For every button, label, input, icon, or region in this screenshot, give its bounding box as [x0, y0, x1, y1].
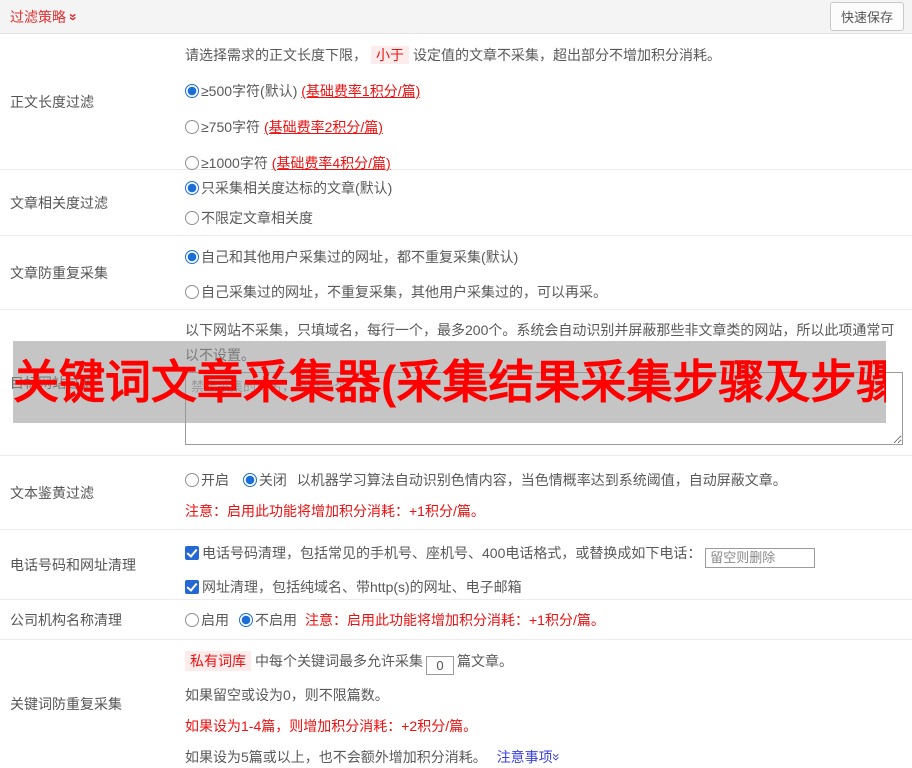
- length-filter-desc: 请选择需求的正文长度下限， 小于 设定值的文章不采集，超出部分不增加积分消耗。: [185, 46, 721, 64]
- checkbox-label: 电话号码清理，包括常见的手机号、座机号、400电话格式，或替换成如下电话：: [202, 545, 702, 561]
- keyword-note-zero: 如果留空或设为0，则不限篇数。: [185, 687, 389, 703]
- page-title[interactable]: 过滤策略 »: [10, 7, 82, 27]
- row-porn-filter: 文本鉴黄过滤 开启 关闭 以机器学习算法自动识别色情内容，当色情概率达到系统阈值…: [0, 456, 912, 530]
- radio-icon[interactable]: [242, 473, 257, 487]
- row-content: 启用 不启用 注意：启用此功能将增加积分消耗：+1积分/篇。: [185, 600, 912, 639]
- row-length-filter: 正文长度过滤 请选择需求的正文长度下限， 小于 设定值的文章不采集，超出部分不增加积…: [0, 34, 912, 171]
- option-cost-note: (基础费率4积分/篇): [271, 155, 391, 171]
- radio-icon[interactable]: [185, 211, 199, 225]
- radio-label[interactable]: 自己采集过的网址，不重复采集，其他用户采集过的，可以再采。: [201, 284, 607, 300]
- company-clean-disable-option[interactable]: 不启用: [239, 610, 297, 630]
- page-title-text: 过滤策略: [10, 8, 66, 25]
- row-label: 目标网站过滤: [10, 374, 94, 391]
- phone-clean-option[interactable]: 电话号码清理，包括常见的手机号、座机号、400电话格式，或替换成如下电话：: [185, 542, 896, 568]
- length-option-750[interactable]: ≥750字符 (基础费率2积分/篇): [185, 116, 896, 138]
- row-label: 正文长度过滤: [10, 93, 94, 110]
- row-content: 请选择需求的正文长度下限， 小于 设定值的文章不采集，超出部分不增加积分消耗。 ≥5…: [185, 34, 912, 171]
- keyword-limit-line: 私有词库中每个关键词最多允许采集篇文章。: [185, 650, 896, 675]
- row-phone-url-clean: 电话号码和网址清理 电话号码清理，包括常见的手机号、座机号、400电话格式，或替…: [0, 530, 912, 600]
- radio-label[interactable]: ≥1000字符: [201, 155, 268, 171]
- dedup-option-self[interactable]: 自己采集过的网址，不重复采集，其他用户采集过的，可以再采。: [185, 281, 896, 303]
- row-label: 文章相关度过滤: [10, 194, 108, 211]
- checkbox-checked-icon[interactable]: [185, 546, 199, 560]
- radio-label[interactable]: ≥750字符: [201, 119, 260, 135]
- row-content: 自己和其他用户采集过的网址，都不重复采集(默认) 自己采集过的网址，不重复采集，…: [185, 236, 912, 309]
- porn-filter-warning: 注意：启用此功能将增加积分消耗：+1积分/篇。: [185, 503, 485, 519]
- radio-label[interactable]: ≥500字符(默认): [201, 83, 297, 99]
- radio-icon[interactable]: [239, 612, 253, 627]
- row-label: 文本鉴黄过滤: [10, 484, 94, 501]
- replacement-phone-input[interactable]: [705, 547, 816, 568]
- row-company-clean: 公司机构名称清理 启用 不启用 注意：启用此功能将增加积分消耗：+1积分/篇。: [0, 600, 912, 640]
- row-label: 关键词防重复采集: [10, 696, 122, 712]
- row-relevance-filter: 文章相关度过滤 只采集相关度达标的文章(默认) 不限定文章相关度: [0, 170, 912, 236]
- radio-icon[interactable]: [185, 612, 199, 627]
- porn-filter-options: 开启 关闭 以机器学习算法自动识别色情内容，当色情概率达到系统阈值，自动屏蔽文章…: [185, 469, 896, 491]
- radio-label[interactable]: 只采集相关度达标的文章(默认): [201, 180, 392, 196]
- checkbox-checked-icon[interactable]: [185, 579, 199, 594]
- row-dedup-filter: 文章防重复采集 自己和其他用户采集过的网址，都不重复采集(默认) 自己采集过的网…: [0, 236, 912, 310]
- option-cost-note: (基础费率1积分/篇): [301, 83, 421, 99]
- row-label: 文章防重复采集: [10, 264, 108, 281]
- row-label: 电话号码和网址清理: [10, 556, 136, 573]
- length-option-500[interactable]: ≥500字符(默认) (基础费率1积分/篇): [185, 80, 896, 102]
- radio-icon[interactable]: [185, 250, 199, 264]
- radio-label[interactable]: 自己和其他用户采集过的网址，都不重复采集(默认): [201, 249, 518, 265]
- row-content: 电话号码清理，包括常见的手机号、座机号、400电话格式，或替换成如下电话： 网址…: [185, 530, 912, 599]
- company-clean-enable-option[interactable]: 启用: [185, 610, 229, 630]
- row-content: 只采集相关度达标的文章(默认) 不限定文章相关度: [185, 170, 912, 235]
- quick-save-button[interactable]: 快速保存: [829, 2, 904, 31]
- less-than-highlight: 小于: [371, 46, 409, 64]
- relevance-option-strict[interactable]: 只采集相关度达标的文章(默认): [185, 177, 896, 199]
- radio-icon[interactable]: [185, 84, 199, 98]
- max-articles-input[interactable]: [426, 656, 454, 675]
- blocked-domains-textarea[interactable]: [185, 372, 903, 445]
- keyword-note-five: 如果设为5篇或以上，也不会额外增加积分消耗。 注意事项»: [185, 749, 565, 765]
- site-filter-desc: 以下网站不采集，只填域名，每行一个，最多200个。系统会自动识别并屏蔽那些非文章…: [185, 322, 895, 363]
- dedup-option-all[interactable]: 自己和其他用户采集过的网址，都不重复采集(默认): [185, 246, 896, 268]
- radio-icon[interactable]: [185, 285, 199, 299]
- row-label: 公司机构名称清理: [10, 611, 122, 628]
- chevrons-down-icon: »: [65, 12, 82, 21]
- row-content: 开启 关闭 以机器学习算法自动识别色情内容，当色情概率达到系统阈值，自动屏蔽文章…: [185, 456, 912, 529]
- topbar: 过滤策略 » 快速保存: [0, 0, 912, 34]
- radio-icon[interactable]: [185, 181, 199, 195]
- company-clean-warning: 注意：启用此功能将增加积分消耗：+1积分/篇。: [305, 611, 605, 628]
- row-keyword-dedup: 关键词防重复采集 私有词库中每个关键词最多允许采集篇文章。 如果留空或设为0，则…: [0, 640, 912, 768]
- radio-icon[interactable]: [185, 156, 199, 170]
- url-clean-option[interactable]: 网址清理，包括纯域名、带http(s)的网址、电子邮箱: [185, 576, 896, 598]
- porn-filter-desc: 以机器学习算法自动识别色情内容，当色情概率达到系统阈值，自动屏蔽文章。: [296, 472, 787, 488]
- checkbox-label: 网址清理，包括纯域名、带http(s)的网址、电子邮箱: [202, 578, 522, 595]
- notes-link[interactable]: 注意事项»: [497, 749, 565, 765]
- filter-strategy-page: 过滤策略 » 快速保存 正文长度过滤 请选择需求的正文长度下限， 小于 设定值的文章…: [0, 0, 912, 768]
- row-content: 私有词库中每个关键词最多允许采集篇文章。 如果留空或设为0，则不限篇数。 如果设…: [185, 640, 912, 768]
- porn-filter-off-option[interactable]: 关闭: [242, 472, 287, 488]
- radio-label[interactable]: 不限定文章相关度: [201, 210, 313, 226]
- row-content: 以下网站不采集，只填域名，每行一个，最多200个。系统会自动识别并屏蔽那些非文章…: [185, 310, 912, 455]
- radio-icon[interactable]: [185, 473, 199, 487]
- private-lexicon-badge: 私有词库: [185, 651, 251, 671]
- option-cost-note: (基础费率2积分/篇): [263, 119, 383, 135]
- row-site-filter: 目标网站过滤 以下网站不采集，只填域名，每行一个，最多200个。系统会自动识别并…: [0, 310, 912, 456]
- relevance-option-any[interactable]: 不限定文章相关度: [185, 207, 896, 229]
- porn-filter-on-option[interactable]: 开启: [185, 472, 229, 488]
- radio-icon[interactable]: [185, 120, 199, 134]
- keyword-note-cost: 如果设为1-4篇，则增加积分消耗：+2积分/篇。: [185, 718, 478, 734]
- chevrons-down-icon: »: [548, 753, 565, 761]
